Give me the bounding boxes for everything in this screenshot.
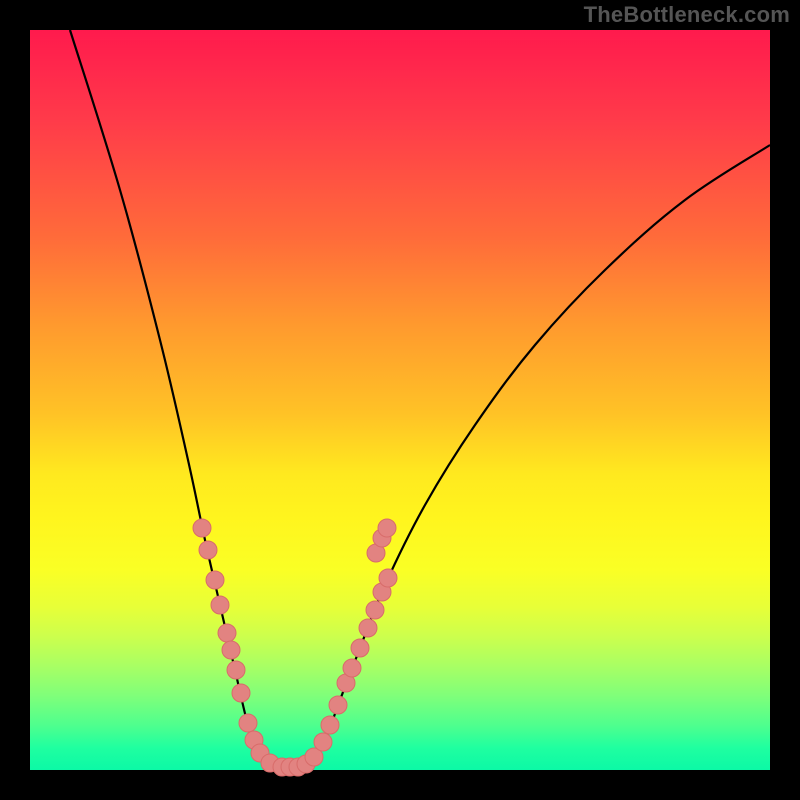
- marker-dot: [359, 619, 377, 637]
- marker-dot: [378, 519, 396, 537]
- marker-dot: [314, 733, 332, 751]
- curve-layer: [30, 30, 770, 770]
- marker-dot: [321, 716, 339, 734]
- chart-frame: TheBottleneck.com: [0, 0, 800, 800]
- marker-dot: [366, 601, 384, 619]
- marker-dot: [206, 571, 224, 589]
- marker-dot: [351, 639, 369, 657]
- brand-watermark: TheBottleneck.com: [584, 2, 790, 28]
- marker-dot: [193, 519, 211, 537]
- marker-dot: [227, 661, 245, 679]
- marker-group: [193, 519, 397, 776]
- marker-dot: [218, 624, 236, 642]
- marker-dot: [239, 714, 257, 732]
- marker-dot: [379, 569, 397, 587]
- marker-dot: [232, 684, 250, 702]
- marker-dot: [343, 659, 361, 677]
- bottleneck-curve: [70, 30, 770, 768]
- marker-dot: [211, 596, 229, 614]
- marker-dot: [222, 641, 240, 659]
- marker-dot: [199, 541, 217, 559]
- marker-dot: [329, 696, 347, 714]
